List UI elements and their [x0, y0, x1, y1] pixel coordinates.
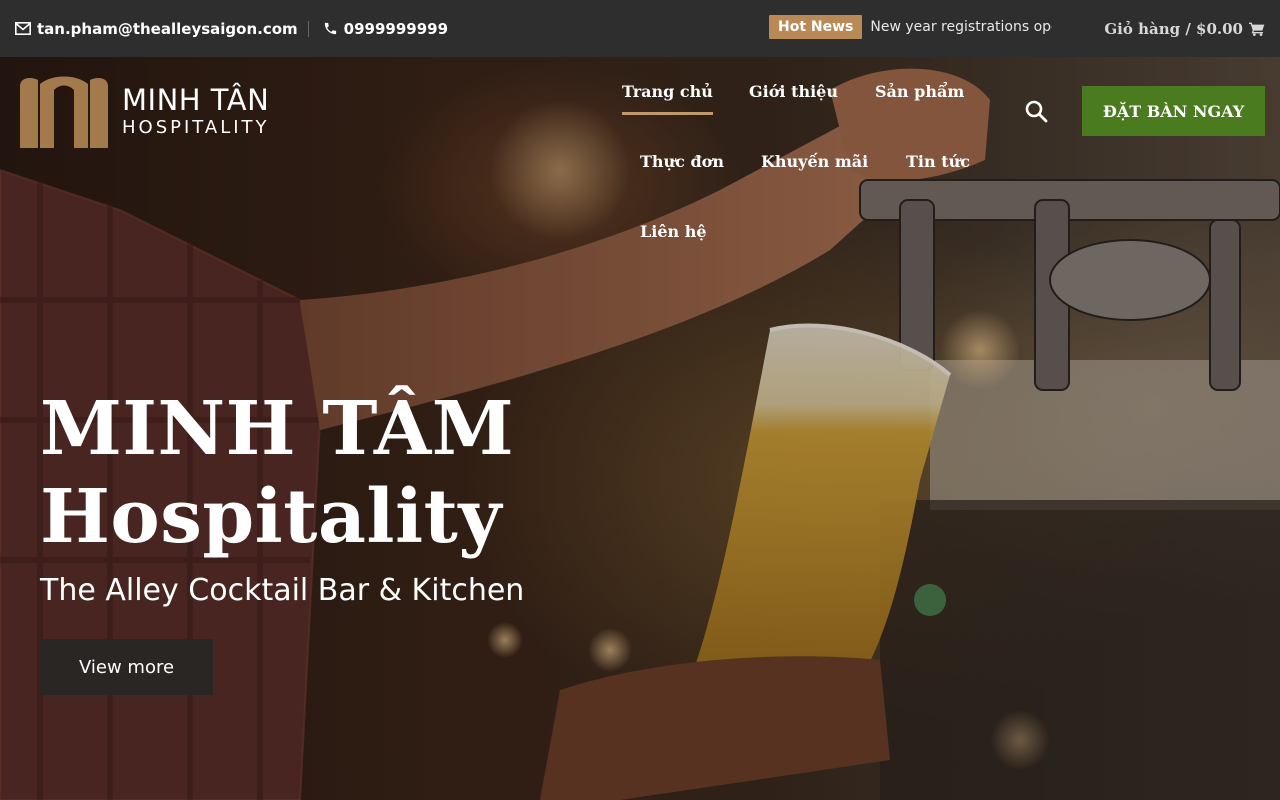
hot-news-badge: Hot News	[769, 15, 863, 39]
nav-item-lien-he[interactable]: Liên hệ	[640, 222, 707, 241]
contact-info: tan.pham@thealleysaigon.com 0999999999	[15, 0, 448, 57]
logo-line-2: HOSPITALITY	[122, 117, 270, 138]
nav-item-thuc-don[interactable]: Thực đơn	[640, 152, 724, 171]
ticker-text[interactable]: New year registrations open	[870, 19, 1052, 35]
nav-item-san-pham[interactable]: Sản phẩm	[875, 82, 964, 101]
search-icon[interactable]	[1024, 99, 1048, 123]
hero-subtitle: The Alley Cocktail Bar & Kitchen	[40, 573, 525, 608]
cart-link[interactable]: Giỏ hàng / $0.00	[1104, 0, 1265, 57]
logo-text: MINH TÂN HOSPITALITY	[122, 85, 270, 139]
phone-icon	[324, 22, 336, 35]
site-logo[interactable]: MINH TÂN HOSPITALITY	[16, 76, 270, 148]
nav-item-gioi-thieu[interactable]: Giới thiệu	[749, 82, 838, 101]
hero-title: MINH TÂM Hospitality	[40, 385, 514, 561]
nav-item-khuyen-mai[interactable]: Khuyến mãi	[761, 152, 868, 171]
email-link[interactable]: tan.pham@thealleysaigon.com	[37, 20, 298, 38]
phone-link[interactable]: 0999999999	[344, 20, 448, 38]
cart-label: Giỏ hàng / $0.00	[1104, 19, 1243, 38]
view-more-button[interactable]: View more	[40, 639, 213, 695]
news-ticker: Hot News New year registrations open	[769, 15, 1052, 39]
nav-item-trang-chu[interactable]: Trang chủ	[622, 82, 713, 115]
logo-line-1: MINH TÂN	[122, 83, 270, 117]
logo-mark-icon	[20, 76, 108, 148]
hero-title-line-1: MINH TÂM	[40, 386, 515, 472]
top-bar: tan.pham@thealleysaigon.com 0999999999 H…	[0, 0, 1280, 57]
envelope-icon	[15, 22, 31, 35]
hero-title-line-2: Hospitality	[40, 474, 502, 560]
nav-item-tin-tuc[interactable]: Tin tức	[906, 152, 970, 171]
cart-icon	[1249, 22, 1265, 36]
book-table-button[interactable]: ĐẶT BÀN NGAY	[1082, 86, 1265, 136]
divider	[307, 20, 309, 37]
